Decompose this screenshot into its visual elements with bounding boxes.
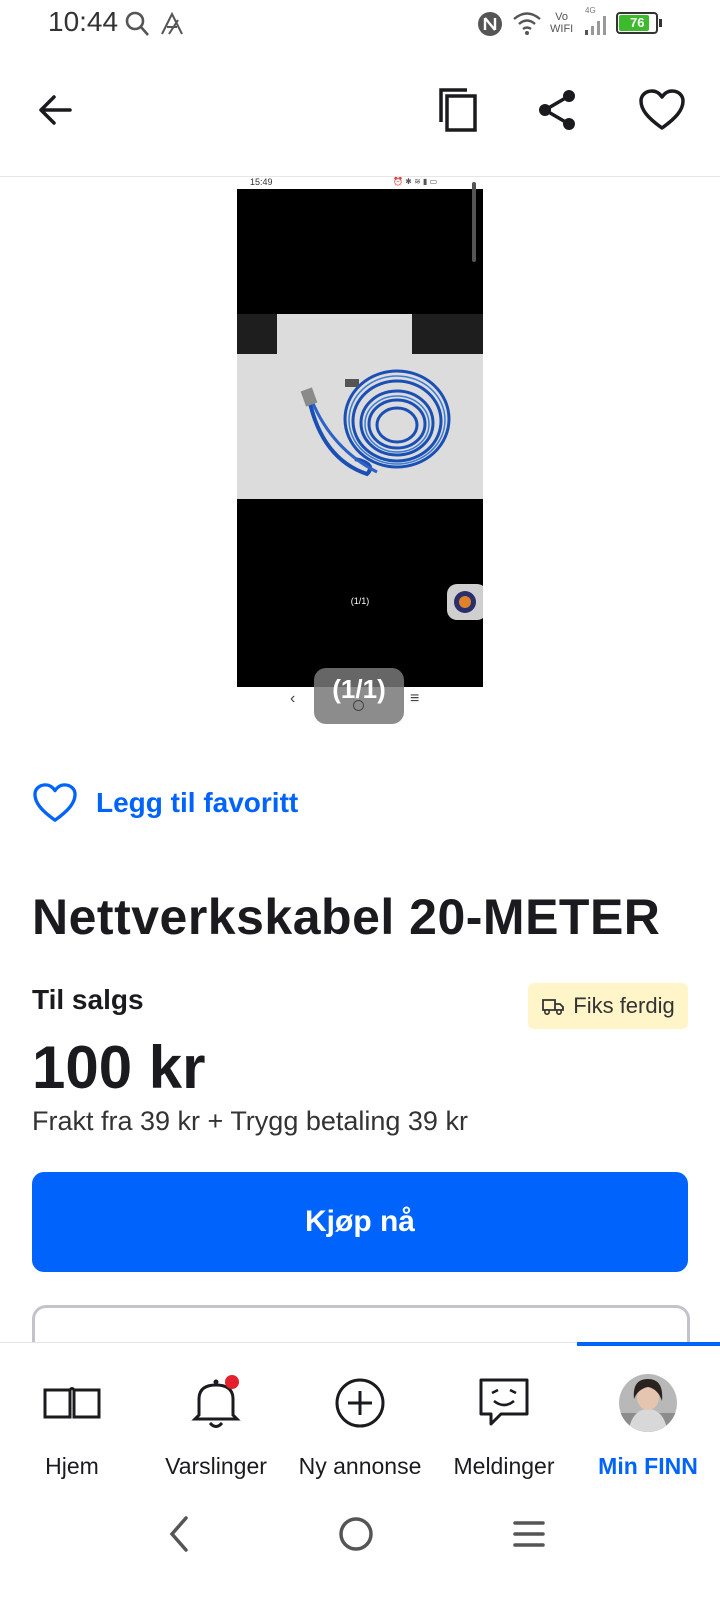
sale-type-label: Til salgs	[32, 984, 144, 1015]
system-back-icon[interactable]	[164, 1514, 194, 1554]
plus-circle-icon	[335, 1378, 385, 1428]
app-bar	[0, 60, 720, 177]
nav-label-meldinger: Meldinger	[453, 1453, 555, 1479]
avatar	[619, 1374, 677, 1432]
nav-label-min-finn: Min FINN	[598, 1453, 698, 1479]
copy-button[interactable]	[426, 78, 490, 142]
volte-bottom: WIFI	[550, 23, 574, 35]
bell-icon	[191, 1375, 241, 1428]
battery-icon: 76	[616, 12, 662, 34]
inner-back-icon: ‹	[290, 690, 296, 707]
inner-status-icons: ⏰ ✱ ≋ ▮ ▭	[393, 177, 438, 186]
price: 100 kr	[32, 1034, 206, 1101]
app-notification-icon	[161, 12, 183, 35]
buy-now-button[interactable]: Kjøp nå	[32, 1172, 688, 1272]
status-bar: 10:44 Vo WIFI 4G 76	[0, 0, 720, 48]
volte-indicator: Vo WIFI	[550, 11, 573, 35]
nav-label-varslinger: Varslinger	[165, 1453, 267, 1479]
nav-item-hjem[interactable]: Hjem	[0, 1343, 144, 1493]
battery-level: 76	[630, 15, 645, 30]
heart-outline-icon	[639, 89, 685, 130]
inner-status-time: 15:49	[250, 177, 273, 187]
nav-item-varslinger[interactable]: Varslinger	[144, 1343, 288, 1493]
listing-photo[interactable]: (1/1)	[237, 189, 483, 687]
system-navigation	[0, 1492, 720, 1600]
fiks-ferdig-badge: Fiks ferdig	[528, 983, 688, 1029]
back-button[interactable]	[24, 78, 88, 142]
chat-icon	[479, 1378, 529, 1426]
heart-outline-icon	[33, 783, 77, 822]
inner-menu-icon: ≡	[410, 690, 420, 707]
nav-item-meldinger[interactable]: Meldinger	[432, 1343, 576, 1493]
inner-home-icon	[353, 700, 364, 711]
inner-photo-counter: (1/1)	[351, 596, 370, 606]
inner-status-bar: 15:49 ⏰ ✱ ≋ ▮ ▭	[237, 177, 483, 189]
nav-label-hjem: Hjem	[45, 1453, 99, 1479]
book-icon	[43, 1387, 101, 1419]
wifi-icon	[513, 12, 541, 35]
system-menu-icon[interactable]	[512, 1518, 546, 1550]
fiks-ferdig-label: Fiks ferdig	[573, 993, 675, 1018]
nav-active-indicator	[577, 1342, 720, 1346]
add-to-favorites[interactable]: Legg til favoritt	[32, 778, 298, 828]
cable-photo: (1/1)	[237, 189, 483, 687]
favorite-toggle-button[interactable]	[630, 78, 694, 142]
nav-label-ny-annonse: Ny annonse	[298, 1453, 422, 1479]
status-time: 10:44	[48, 6, 119, 37]
volte-top: Vo	[555, 11, 569, 23]
inner-scrollbar	[472, 182, 476, 262]
nav-item-min-finn[interactable]: Min FINN	[576, 1343, 720, 1493]
shipping-info: Frakt fra 39 kr + Trygg betaling 39 kr	[32, 1106, 468, 1136]
search-icon	[125, 11, 149, 36]
nav-item-ny-annonse[interactable]: Ny annonse	[288, 1343, 432, 1493]
copy-icon	[439, 88, 477, 132]
share-icon	[539, 90, 575, 130]
listing-title: Nettverkskabel 20-METER	[32, 889, 661, 945]
share-button[interactable]	[525, 78, 589, 142]
signal-icon	[585, 16, 606, 35]
arrow-left-icon	[39, 95, 72, 125]
notification-dot	[225, 1375, 239, 1389]
add-to-favorites-label: Legg til favoritt	[96, 787, 299, 818]
bottom-navigation: Hjem Varslinger Ny annonse Meldinger Min…	[0, 1342, 720, 1493]
nfc-icon	[478, 12, 502, 36]
delivery-truck-icon	[542, 999, 565, 1016]
system-home-icon[interactable]	[336, 1514, 376, 1554]
image-counter: (1/1)	[314, 668, 404, 724]
